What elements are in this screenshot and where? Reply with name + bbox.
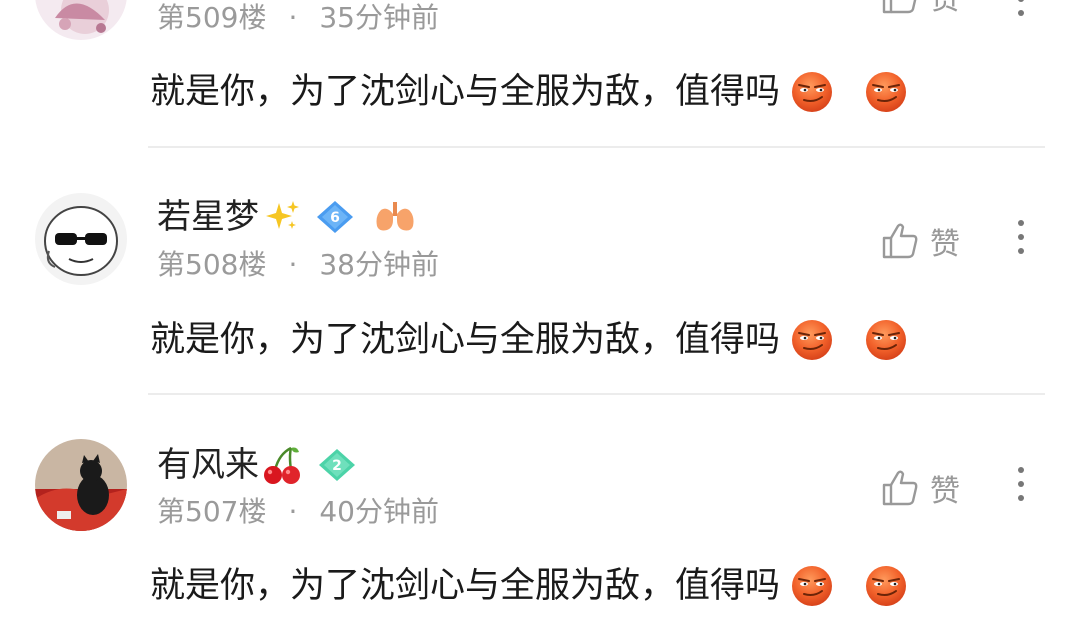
level-number: 6 — [330, 210, 340, 226]
smirk-emoji-icon — [790, 70, 834, 114]
more-dot-icon — [1018, 234, 1024, 240]
smirk-emoji-icon — [864, 318, 908, 362]
more-dot-icon — [1018, 467, 1024, 473]
like-label: 赞 — [930, 0, 960, 18]
like-button[interactable]: 赞 — [880, 219, 960, 263]
comment-text: 就是你，为了沈剑心与全服为敌，值得吗 — [150, 70, 908, 114]
more-options-button[interactable] — [1014, 0, 1028, 20]
more-dot-icon — [1018, 0, 1024, 2]
username-text: 若星梦 — [157, 197, 259, 237]
more-dot-icon — [1018, 481, 1024, 487]
level-number: 2 — [332, 458, 342, 474]
floor-number: 第509楼 — [157, 1, 267, 34]
divider — [148, 146, 1045, 148]
like-label: 赞 — [930, 474, 960, 509]
smirk-emoji-icon — [864, 70, 908, 114]
separator: · — [288, 1, 298, 34]
comment-meta: 第509楼 · 35分钟前 — [157, 1, 439, 35]
comment-meta: 第507楼 · 40分钟前 — [157, 495, 439, 529]
level-badge-icon: 2 — [319, 449, 355, 481]
sparkle-icon — [266, 201, 299, 229]
post-time: 38分钟前 — [319, 248, 439, 281]
floor-number: 第508楼 — [157, 248, 267, 281]
separator: · — [288, 495, 298, 528]
avatar[interactable] — [35, 439, 127, 531]
avatar[interactable] — [35, 0, 127, 40]
cherry-icon — [264, 446, 300, 484]
comment-body: 就是你，为了沈剑心与全服为敌，值得吗 — [150, 566, 781, 606]
more-dot-icon — [1018, 495, 1024, 501]
username-text: 有风来 — [157, 445, 259, 485]
smirk-emoji-icon — [864, 564, 908, 608]
divider — [148, 393, 1045, 395]
smirk-emoji-icon — [790, 564, 834, 608]
more-dot-icon — [1018, 248, 1024, 254]
like-button[interactable]: 赞 — [880, 466, 960, 510]
post-time: 35分钟前 — [319, 1, 439, 34]
separator: · — [288, 248, 298, 281]
lungs-badge-icon — [376, 202, 414, 231]
username[interactable]: 若星梦 6 — [157, 197, 417, 237]
comment-text: 就是你，为了沈剑心与全服为敌，值得吗 — [150, 318, 908, 362]
level-badge-icon: 6 — [317, 201, 353, 233]
thumbs-up-icon — [880, 0, 920, 16]
comment-body: 就是你，为了沈剑心与全服为敌，值得吗 — [150, 320, 781, 360]
floor-number: 第507楼 — [157, 495, 267, 528]
more-dot-icon — [1018, 10, 1024, 16]
comment-meta: 第508楼 · 38分钟前 — [157, 248, 439, 282]
post-time: 40分钟前 — [319, 495, 439, 528]
thumbs-up-icon — [880, 221, 920, 261]
thumbs-up-icon — [880, 468, 920, 508]
more-options-button[interactable] — [1014, 463, 1028, 505]
username[interactable]: 有风来 2 — [157, 444, 357, 486]
like-label: 赞 — [930, 227, 960, 262]
comment-body: 就是你，为了沈剑心与全服为敌，值得吗 — [150, 72, 781, 112]
more-options-button[interactable] — [1014, 216, 1028, 258]
more-dot-icon — [1018, 220, 1024, 226]
smirk-emoji-icon — [790, 318, 834, 362]
avatar[interactable] — [35, 193, 127, 285]
like-button[interactable]: 赞 — [880, 0, 960, 18]
comment-text: 就是你，为了沈剑心与全服为敌，值得吗 — [150, 564, 908, 608]
